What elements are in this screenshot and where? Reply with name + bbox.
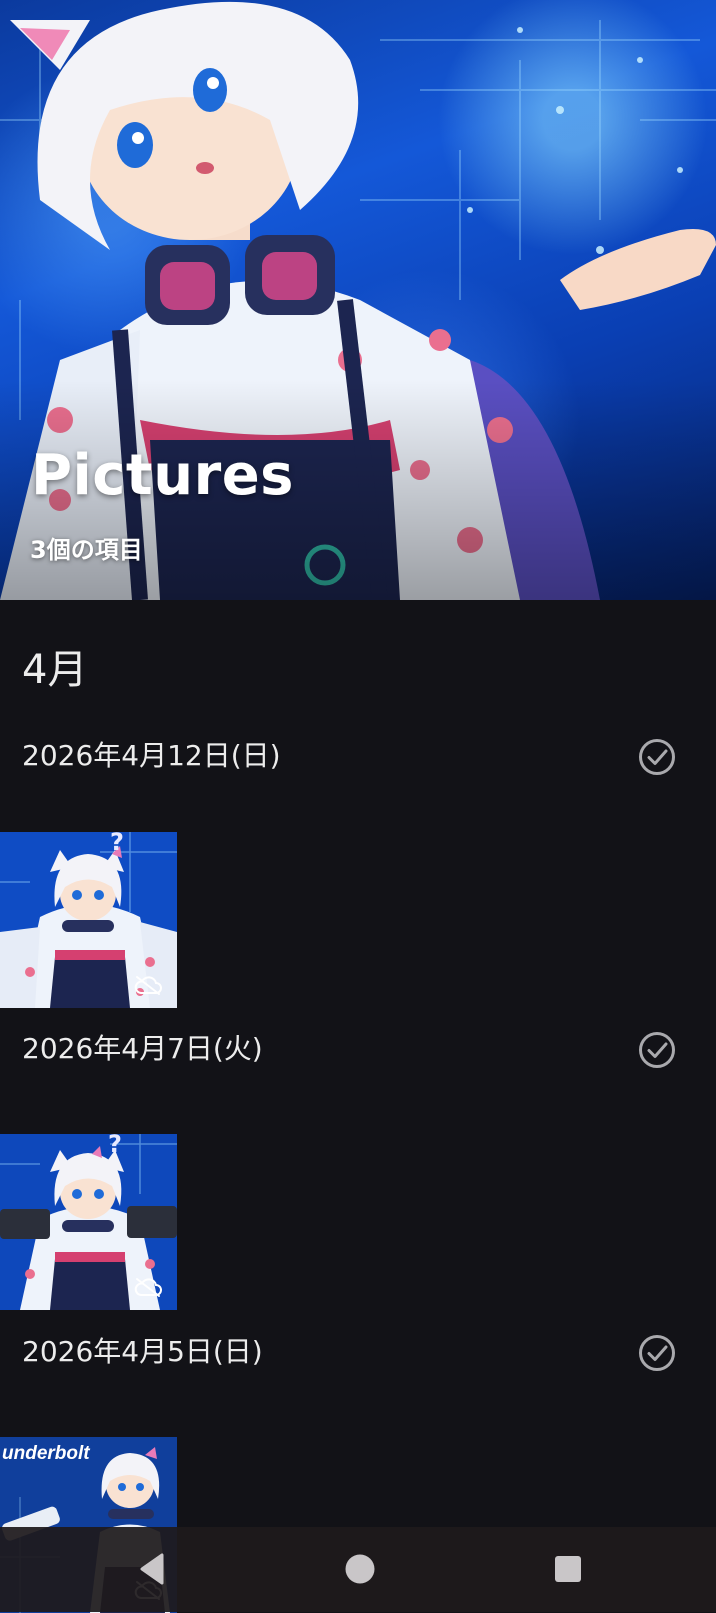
date-label: 2026年4月12日(日): [22, 739, 281, 772]
svg-text:?: ?: [108, 1134, 122, 1158]
home-circle-icon[interactable]: [340, 1549, 380, 1589]
date-label: 2026年4月7日(火): [22, 1032, 263, 1065]
date-label: 2026年4月5日(日): [22, 1335, 263, 1368]
recents-square-icon[interactable]: [548, 1549, 588, 1589]
date-group-header: 2026年4月7日(火): [0, 1020, 716, 1080]
back-triangle-icon[interactable]: [133, 1549, 173, 1589]
month-heading: 4月: [22, 647, 88, 693]
album-title: Pictures: [31, 443, 294, 508]
album-item-count: 3個の項目: [30, 536, 143, 564]
date-group-header: 2026年4月5日(日): [0, 1323, 716, 1383]
cloud-off-icon: [134, 1278, 162, 1297]
photo-thumbnail[interactable]: ?: [0, 832, 177, 1008]
check-circle-icon[interactable]: [637, 1030, 677, 1070]
cloud-off-icon: [134, 976, 162, 995]
check-circle-icon[interactable]: [637, 737, 677, 777]
system-navigation-bar: [0, 1527, 716, 1612]
photo-overlay-text: underbolt: [2, 1443, 90, 1464]
check-circle-icon[interactable]: [637, 1333, 677, 1373]
date-group-header: 2026年4月12日(日): [0, 727, 716, 787]
album-cover-header: Pictures 3個の項目: [0, 0, 716, 600]
svg-text:?: ?: [110, 832, 124, 856]
photo-thumbnail[interactable]: ?: [0, 1134, 177, 1310]
